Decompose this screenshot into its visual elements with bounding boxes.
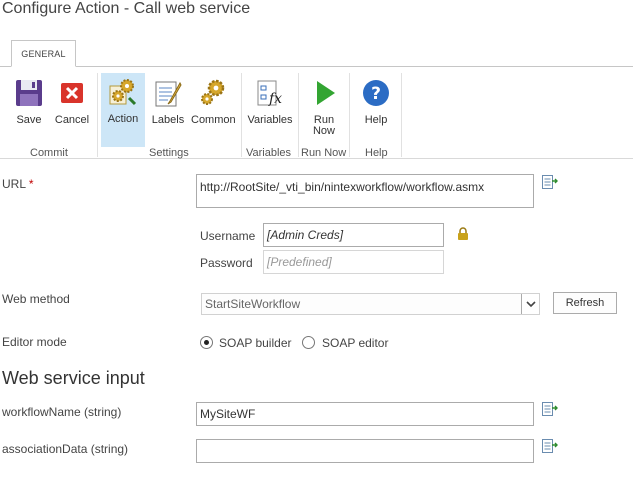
soap-builder-radio[interactable] xyxy=(200,336,213,349)
web-method-label: Web method xyxy=(2,292,70,306)
password-label: Password xyxy=(200,256,253,270)
url-field[interactable]: http://RootSite/_vti_bin/nintexworkflow/… xyxy=(196,174,534,208)
group-label-variables: Variables xyxy=(246,147,292,159)
password-field[interactable]: [Predefined] xyxy=(263,250,444,274)
fx-icon: fx xyxy=(254,77,286,109)
soap-builder-label[interactable]: SOAP builder xyxy=(219,336,292,350)
username-label: Username xyxy=(200,229,256,243)
workflow-name-label: workflowName (string) xyxy=(2,405,122,419)
soap-editor-radio[interactable] xyxy=(302,336,315,349)
variables-button[interactable]: fx Variables xyxy=(246,74,294,138)
editor-mode-label: Editor mode xyxy=(2,335,67,349)
group-label-commit: Commit xyxy=(30,147,68,159)
tab-general[interactable]: GENERAL xyxy=(11,40,76,67)
floppy-disk-icon xyxy=(13,77,45,109)
dialog-title: Configure Action - Call web service xyxy=(2,0,251,17)
web-method-select[interactable]: StartSiteWorkflow xyxy=(201,293,540,315)
labels-button[interactable]: Labels xyxy=(146,74,190,138)
required-marker: * xyxy=(28,177,34,191)
username-field[interactable]: [Admin Creds] xyxy=(263,223,444,247)
soap-editor-label[interactable]: SOAP editor xyxy=(322,336,388,350)
refresh-button[interactable]: Refresh xyxy=(553,292,617,314)
gears-icon xyxy=(107,76,139,108)
common-button[interactable]: Common xyxy=(191,74,236,138)
svg-text:fx: fx xyxy=(268,91,282,107)
ribbon-separator xyxy=(241,73,242,157)
play-icon xyxy=(308,77,340,109)
insert-reference-icon[interactable] xyxy=(542,402,558,416)
run-now-button[interactable]: Run Now xyxy=(302,74,346,138)
insert-reference-icon[interactable] xyxy=(542,175,558,189)
chevron-down-icon xyxy=(521,294,539,314)
ribbon-separator xyxy=(401,73,402,157)
group-label-run-now: Run Now xyxy=(301,147,347,159)
group-label-settings: Settings xyxy=(149,147,189,159)
ribbon-separator xyxy=(349,73,350,157)
group-label-help: Help xyxy=(365,147,388,159)
association-data-field[interactable] xyxy=(196,439,534,463)
ribbon: Save Cancel Action Labels Common fx Vari… xyxy=(0,66,633,159)
lock-icon xyxy=(457,227,469,241)
help-button[interactable]: ? Help xyxy=(354,74,398,138)
notepad-pencil-icon xyxy=(152,77,184,109)
ribbon-separator xyxy=(298,73,299,157)
ribbon-separator xyxy=(97,73,98,157)
red-x-icon xyxy=(56,77,88,109)
workflow-name-field[interactable]: MySiteWF xyxy=(196,402,534,426)
gear-icon xyxy=(197,77,229,109)
insert-reference-icon[interactable] xyxy=(542,439,558,453)
section-title: Web service input xyxy=(2,368,145,388)
url-label: URL * xyxy=(2,177,34,191)
save-button[interactable]: Save xyxy=(7,74,51,138)
action-button[interactable]: Action xyxy=(101,73,145,147)
question-icon: ? xyxy=(360,77,392,109)
association-data-label: associationData (string) xyxy=(2,442,129,456)
svg-text:?: ? xyxy=(371,84,381,104)
cancel-button[interactable]: Cancel xyxy=(50,74,94,138)
